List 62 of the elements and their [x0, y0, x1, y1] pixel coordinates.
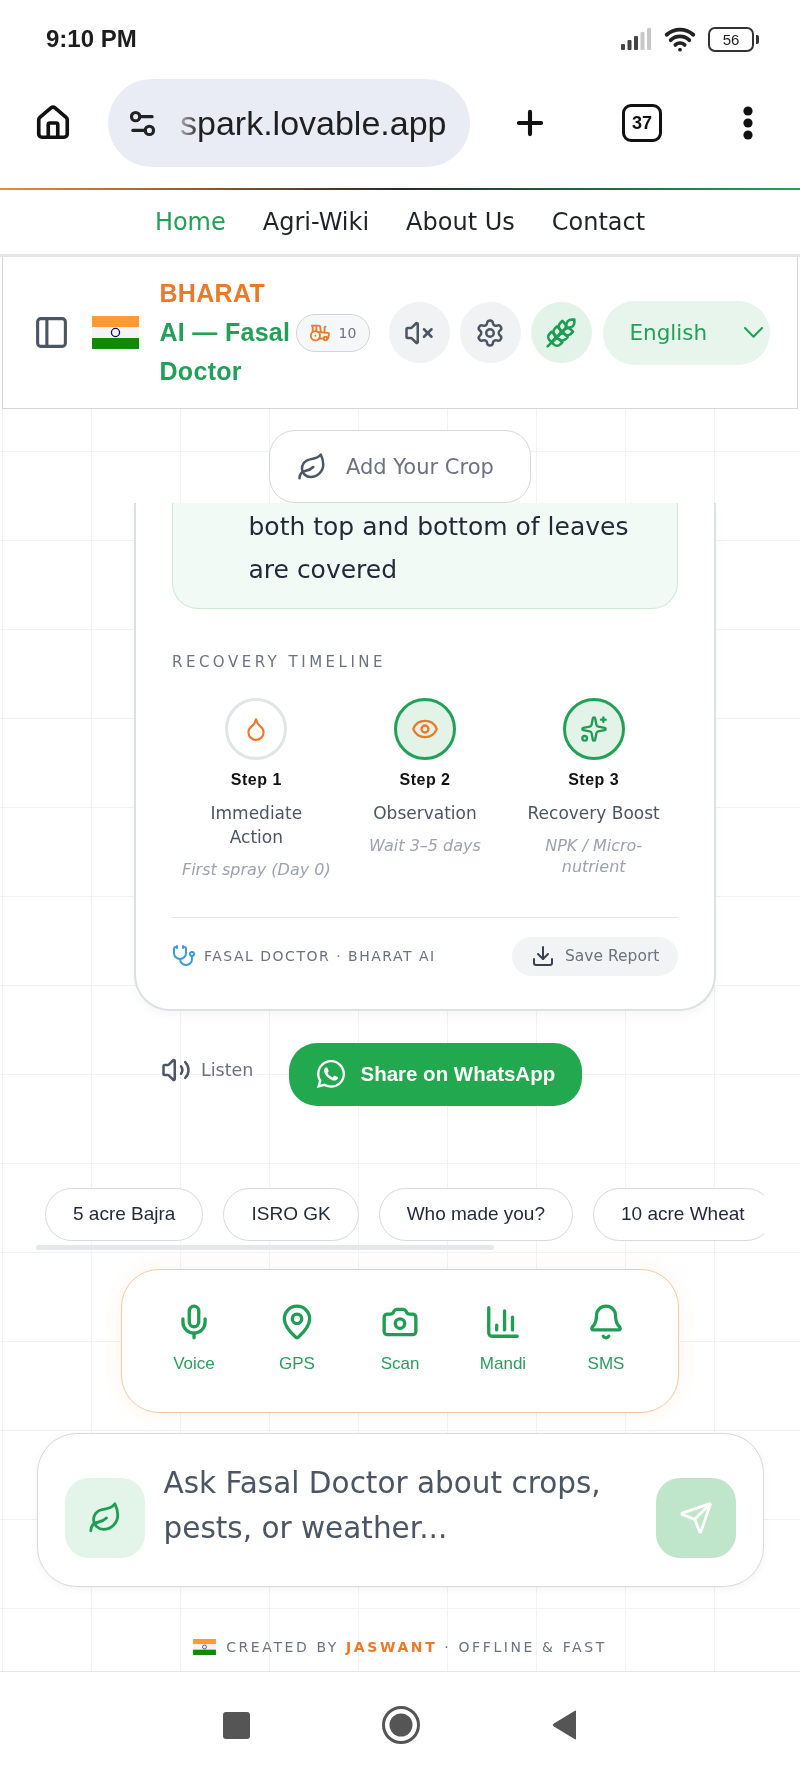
nav-link[interactable]: Contact	[551, 208, 646, 236]
language-select[interactable]: English	[602, 300, 770, 365]
listen-button[interactable]: Listen	[161, 1054, 254, 1085]
suggestion-chip[interactable]: Who made you?	[378, 1187, 573, 1241]
url-text: spark.lovable.app	[180, 103, 447, 143]
nav-link[interactable]: About Us	[406, 208, 515, 236]
step-name: Immediate Action	[209, 801, 304, 849]
nav-link[interactable]: Home	[154, 208, 226, 236]
menu-button[interactable]	[743, 106, 753, 140]
tool-button[interactable]: GPS	[257, 1302, 337, 1374]
suggestion-chip[interactable]: 10 acre Wheat	[593, 1187, 764, 1241]
recents-button[interactable]	[222, 1711, 250, 1739]
battery-indicator: 56	[708, 26, 759, 52]
step-note: Wait 3–5 days	[369, 834, 481, 856]
suggestion-chip[interactable]: 5 acre Bajra	[45, 1187, 204, 1241]
menu-icon	[743, 106, 753, 140]
step-name: Recovery Boost	[527, 801, 660, 825]
chat-input-box[interactable]: Ask Fasal Doctor about crops, pests, or weather...	[37, 1432, 764, 1587]
step-name: Observation	[373, 801, 477, 825]
suggestion-chip[interactable]: ISRO GK	[223, 1187, 359, 1241]
source-text: FASAL DOCTOR · BHARAT AI	[204, 948, 436, 964]
leaf-icon	[87, 1501, 122, 1535]
leaf-icon	[297, 451, 327, 482]
count-value: 10	[338, 324, 357, 341]
step-note: NPK / Micro-nutrient	[544, 834, 644, 878]
tool-button[interactable]: Scan	[360, 1302, 440, 1374]
whatsapp-icon	[315, 1058, 348, 1090]
add-crop-button[interactable]: Add Your Crop	[269, 430, 531, 503]
home-icon	[34, 104, 72, 142]
download-icon	[531, 944, 555, 968]
back-button[interactable]	[551, 1710, 578, 1740]
credit-text: CREATED BY JASWANT · OFFLINE & FAST	[226, 1637, 607, 1657]
section-title: RECOVERY TIMELINE	[172, 651, 388, 672]
chevron-down-icon	[743, 327, 763, 338]
flag-icon	[91, 316, 139, 349]
tool-button[interactable]: Mandi	[463, 1302, 543, 1374]
message-input[interactable]: Ask Fasal Doctor about crops, pests, or weather...	[163, 1460, 634, 1551]
signal-icon	[621, 28, 652, 50]
share-button[interactable]: Share on WhatsApp	[289, 1042, 583, 1106]
step-label: Step 3	[568, 769, 620, 790]
app-title: AI — Fasal Doctor	[159, 317, 292, 387]
step-label: Step 1	[230, 769, 282, 790]
bell-icon	[587, 1302, 625, 1341]
flag-icon	[193, 1638, 217, 1655]
settings-icon	[475, 317, 505, 348]
home-button[interactable]	[34, 104, 72, 142]
tool-button[interactable]: Voice	[154, 1302, 234, 1374]
send-icon	[678, 1501, 713, 1535]
status-time: 9:10 PM	[46, 25, 137, 53]
crop-picker-button[interactable]	[64, 1478, 145, 1558]
save-report-button[interactable]: Save Report	[512, 936, 678, 976]
wheat-icon	[545, 316, 577, 349]
brand-name: BHARAT	[159, 278, 266, 309]
stethoscope-icon	[172, 944, 196, 968]
address-bar[interactable]: spark.lovable.app	[108, 79, 470, 167]
tab-count-button[interactable]: 37	[622, 104, 662, 142]
step-note: First spray (Day 0)	[181, 858, 331, 880]
nav-link[interactable]: Agri-Wiki	[262, 208, 370, 236]
tool-button[interactable]: SMS	[566, 1302, 646, 1374]
home-nav-button[interactable]	[381, 1706, 420, 1744]
step-label: Step 2	[399, 769, 451, 790]
advice-text: both top and bottom of leaves are covered	[248, 510, 630, 586]
